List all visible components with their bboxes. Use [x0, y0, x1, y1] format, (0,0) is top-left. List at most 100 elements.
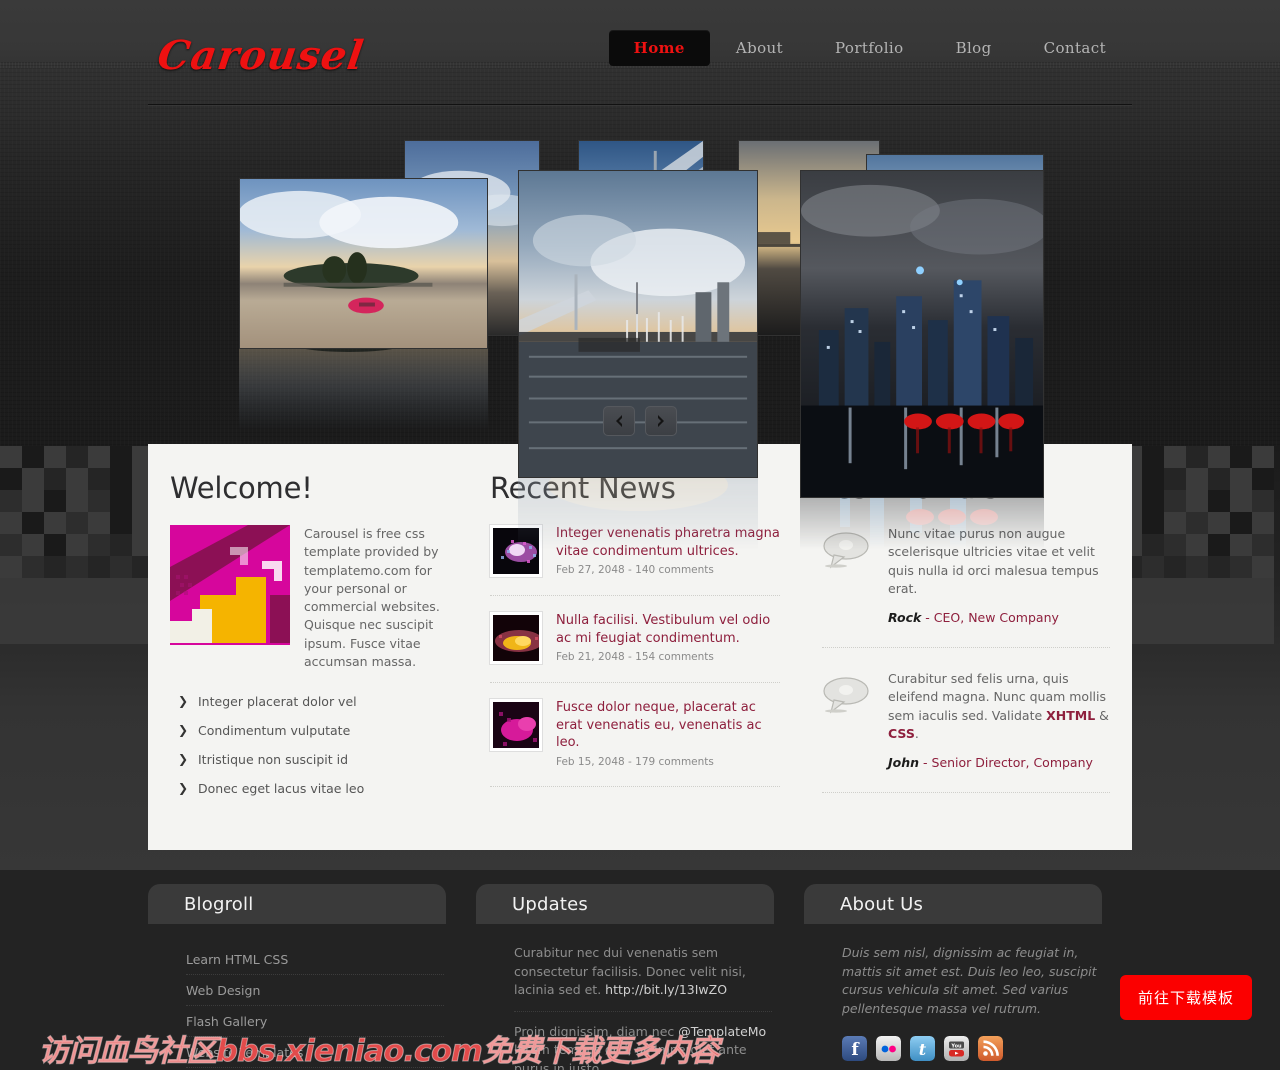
checker-cell: [1208, 490, 1230, 512]
checker-cell: [66, 490, 88, 512]
checker-cell: [0, 468, 22, 490]
checker-cell: [66, 578, 88, 600]
checker-cell: [1230, 622, 1252, 644]
checker-cell: [66, 468, 88, 490]
carousel-reflection-1: [239, 348, 488, 458]
site-logo[interactable]: Carousel: [155, 32, 367, 79]
checker-cell: [88, 534, 110, 556]
blogroll-link[interactable]: Web Design: [186, 975, 444, 1005]
checker-cell: [1142, 578, 1164, 600]
checker-cell: [0, 578, 22, 600]
welcome-list-item[interactable]: ❯ Itristique non suscipit id: [170, 745, 458, 774]
nav-item-blog[interactable]: Blog: [930, 30, 1018, 66]
css-link[interactable]: CSS: [888, 726, 915, 741]
checker-cell: [1252, 468, 1274, 490]
welcome-list-item[interactable]: ❯ Integer placerat dolor vel: [170, 687, 458, 716]
testimonial-author: John - Senior Director, Company: [888, 755, 1093, 771]
speech-bubble-icon: [822, 670, 872, 770]
carousel-slide-city[interactable]: [800, 170, 1044, 498]
news-thumbnail[interactable]: [490, 612, 542, 664]
carousel-prev-button[interactable]: [603, 406, 635, 436]
chevron-right-icon: ❯: [178, 781, 189, 796]
carousel-slide-1[interactable]: [239, 178, 488, 349]
download-template-button[interactable]: 前往下载模板: [1119, 975, 1252, 1020]
checker-row: [1120, 578, 1280, 600]
checker-cell: [1186, 468, 1208, 490]
checker-cell: [66, 512, 88, 534]
blogroll-tab: Blogroll: [148, 884, 446, 924]
checker-cell: [88, 490, 110, 512]
checker-cell: [1208, 446, 1230, 468]
checker-cell: [22, 622, 44, 644]
about-tab: About Us: [804, 884, 1102, 924]
checker-row: [1120, 446, 1280, 468]
nav-item-about[interactable]: About: [710, 30, 809, 66]
nav-item-contact[interactable]: Contact: [1018, 30, 1132, 66]
checker-cell: [44, 556, 66, 578]
checker-cell: [44, 512, 66, 534]
checker-cell: [1186, 534, 1208, 556]
carousel-next-button[interactable]: [645, 406, 677, 436]
checker-cell: [1208, 556, 1230, 578]
about-title: About Us: [840, 893, 924, 915]
news-title-link[interactable]: Nulla facilisi. Vestibulum vel odio ac m…: [556, 612, 780, 647]
checker-cell: [0, 512, 22, 534]
checker-row: [0, 578, 160, 600]
checker-cell: [88, 556, 110, 578]
carousel-controls: [603, 406, 677, 436]
nav-item-portfolio[interactable]: Portfolio: [809, 30, 930, 66]
checker-cell: [88, 468, 110, 490]
nav-item-home[interactable]: Home: [608, 30, 710, 66]
checker-pattern-left: [0, 446, 160, 646]
checker-cell: [1186, 512, 1208, 534]
news-title-link[interactable]: Fusce dolor neque, placerat ac erat vene…: [556, 699, 780, 752]
checker-cell: [0, 490, 22, 512]
checker-cell: [1230, 534, 1252, 556]
checker-row: [1120, 490, 1280, 512]
checker-cell: [1252, 622, 1274, 644]
welcome-heading: Welcome!: [170, 471, 313, 505]
checker-cell: [1164, 556, 1186, 578]
checker-cell: [66, 446, 88, 468]
checker-row: [0, 468, 160, 490]
welcome-list-item[interactable]: ❯ Donec eget lacus vitae leo: [170, 774, 458, 803]
testimonial-author: Rock - CEO, New Company: [888, 610, 1059, 626]
news-thumbnail[interactable]: [490, 699, 542, 751]
checker-cell: [1252, 534, 1274, 556]
checker-cell: [1186, 622, 1208, 644]
news-item[interactable]: Nulla facilisi. Vestibulum vel odio ac m…: [490, 612, 780, 683]
update-link[interactable]: http://bit.ly/13IwZO: [605, 982, 727, 997]
xhtml-link[interactable]: XHTML: [1046, 708, 1095, 723]
checker-row: [0, 446, 160, 468]
checker-cell: [88, 512, 110, 534]
blogroll-item: Learn HTML CSS: [186, 944, 444, 975]
checker-cell: [66, 534, 88, 556]
checker-row: [0, 490, 160, 512]
checker-cell: [22, 512, 44, 534]
chevron-right-icon: ❯: [178, 723, 189, 738]
checker-cell: [1208, 534, 1230, 556]
checker-cell: [1142, 446, 1164, 468]
news-item[interactable]: Fusce dolor neque, placerat ac erat vene…: [490, 699, 780, 787]
checker-row: [1120, 600, 1280, 622]
blogroll-link[interactable]: Learn HTML CSS: [186, 944, 444, 974]
news-body: Fusce dolor neque, placerat ac erat vene…: [556, 699, 780, 768]
checker-row: [1120, 622, 1280, 644]
checker-cell: [1252, 578, 1274, 600]
checker-cell: [66, 622, 88, 644]
welcome-feature-list: ❯ Integer placerat dolor vel ❯ Condimentum …: [170, 687, 458, 803]
checker-cell: [1142, 490, 1164, 512]
image-carousel[interactable]: [0, 130, 1280, 575]
checker-cell: [88, 600, 110, 622]
checker-cell: [22, 578, 44, 600]
checker-cell: [1164, 534, 1186, 556]
testimonial-item: Curabitur sed felis urna, quis eleifend …: [822, 670, 1110, 794]
welcome-list-item[interactable]: ❯ Condimentum vulputate: [170, 716, 458, 745]
site-header: Carousel Home About Portfolio Blog Contact: [148, 22, 1132, 108]
checker-cell: [0, 600, 22, 622]
checker-cell: [110, 490, 132, 512]
chevron-right-icon: ❯: [178, 694, 189, 709]
checker-cell: [1252, 446, 1274, 468]
checker-cell: [1164, 578, 1186, 600]
checker-cell: [110, 446, 132, 468]
